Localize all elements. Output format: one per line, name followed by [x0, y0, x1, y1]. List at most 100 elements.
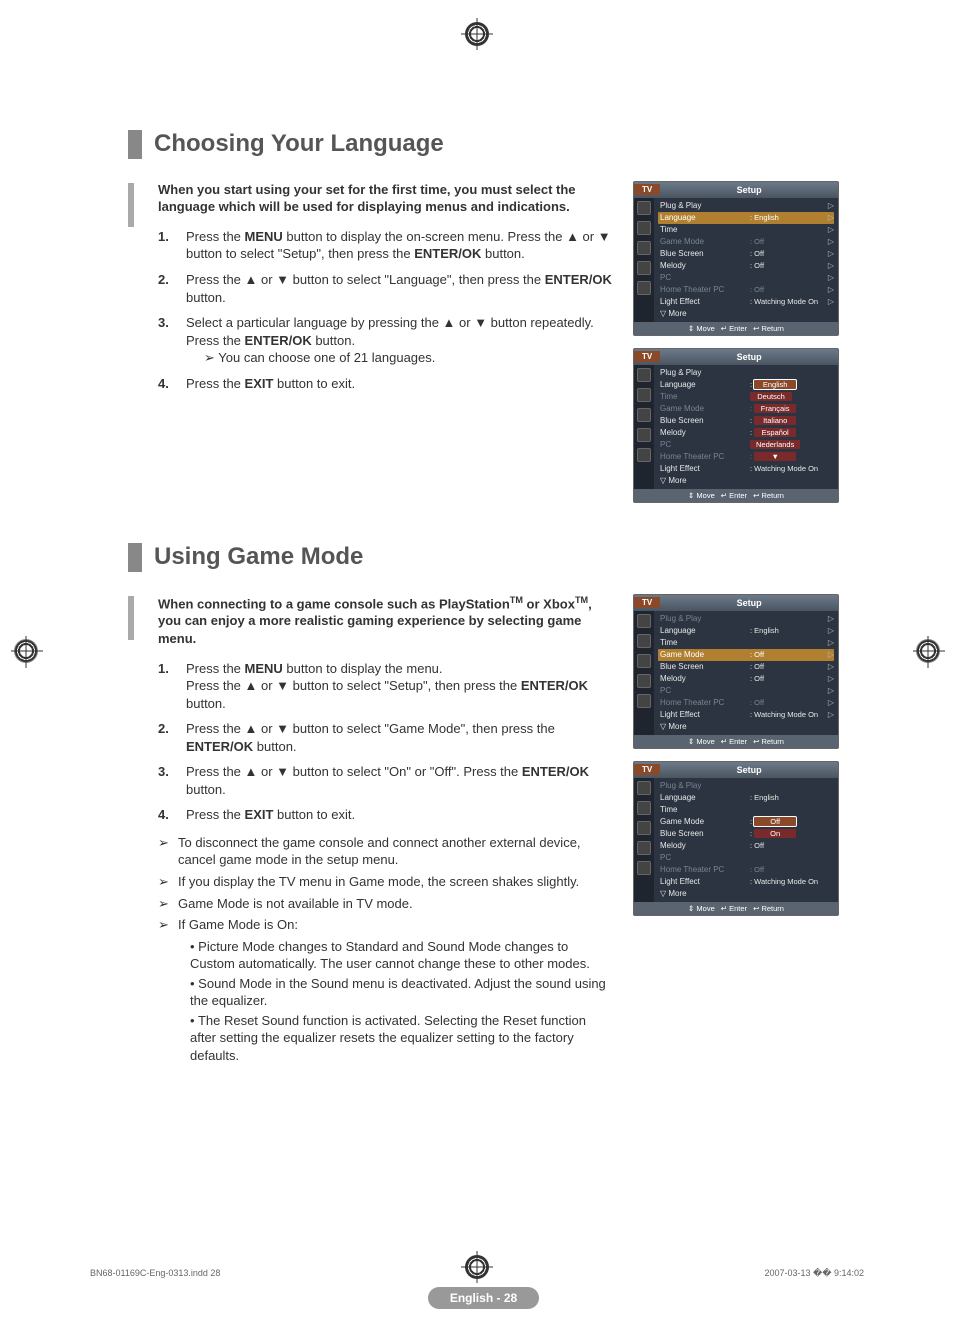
document-footer: BN68-01169C-Eng-0313.indd 28 2007-03-13 …	[0, 1268, 954, 1279]
osd-row: Game Mode: Français	[660, 403, 834, 415]
osd-title: Setup	[660, 765, 838, 775]
indd-filename: BN68-01169C-Eng-0313.indd 28	[90, 1268, 220, 1279]
osd-row: Light Effect: Watching Mode On	[660, 463, 834, 475]
osd-category-icon	[637, 241, 651, 255]
osd-row: Game Mode: Off▷	[658, 649, 834, 661]
osd-row: More	[660, 475, 834, 487]
indd-date: 2007-03-13 �� 9:14:02	[764, 1268, 864, 1279]
page-footer: English - 28	[128, 1287, 839, 1309]
osd-row: Light Effect: Watching Mode On▷	[660, 709, 834, 721]
osd-title: Setup	[660, 352, 838, 362]
osd-row: More	[660, 308, 834, 320]
section-title-language: Choosing Your Language	[128, 130, 839, 159]
osd-row: Language: English▷	[660, 625, 834, 637]
osd-row: Time▷	[660, 637, 834, 649]
osd-category-icon	[637, 781, 651, 795]
osd-row: TimeDeutsch	[660, 391, 834, 403]
step-item: 2.Press the ▲ or ▼ button to select "Lan…	[158, 271, 615, 306]
osd-row: Home Theater PC: ▼	[660, 451, 834, 463]
osd-panel-b: TVSetupPlug & PlayLanguage: EnglishTimeD…	[633, 348, 839, 503]
steps-language: 1.Press the MENU button to display the o…	[158, 228, 615, 392]
intro-gamemode: When connecting to a game console such a…	[158, 594, 615, 648]
osd-row: Home Theater PC: Off▷	[660, 697, 834, 709]
registration-mark-right	[916, 639, 940, 663]
osd-option-pill[interactable]: Français	[754, 404, 796, 413]
osd-category-icon	[637, 448, 651, 462]
osd-option-pill[interactable]: ▼	[754, 452, 796, 461]
osd-row: Blue Screen: Off▷	[660, 248, 834, 260]
bullet-item: Picture Mode changes to Standard and Sou…	[190, 938, 615, 973]
osd-category-icon	[637, 201, 651, 215]
osd-category-icon	[637, 428, 651, 442]
step-item: 4.Press the EXIT button to exit.	[158, 375, 615, 393]
osd-category-icon	[637, 388, 651, 402]
osd-panel-d: TVSetup Plug & PlayLanguage: EnglishTimeG…	[633, 761, 839, 916]
note-item: If you display the TV menu in Game mode,…	[158, 873, 615, 891]
bullet-item: Sound Mode in the Sound menu is deactiva…	[190, 975, 615, 1010]
osd-option-pill[interactable]: Off	[754, 817, 796, 826]
osd-row: Home Theater PC: Off	[660, 864, 834, 876]
osd-tv-badge: TV	[634, 764, 660, 775]
osd-row: Game Mode: Off	[660, 816, 834, 828]
osd-tv-badge: TV	[634, 351, 660, 362]
osd-row: Blue Screen: Off▷	[660, 661, 834, 673]
step-item: 2.Press the ▲ or ▼ button to select "Gam…	[158, 720, 615, 755]
notes-gamemode: To disconnect the game console and conne…	[158, 834, 615, 934]
osd-option-pill[interactable]: Español	[754, 428, 796, 437]
osd-row: Plug & Play▷	[660, 200, 834, 212]
osd-row: Blue Screen: Italiano	[660, 415, 834, 427]
osd-row: Melody: Off▷	[660, 260, 834, 272]
osd-category-icon	[637, 841, 651, 855]
osd-row: More	[660, 721, 834, 733]
page-number: English - 28	[428, 1287, 539, 1309]
osd-row: Plug & Play	[660, 367, 834, 379]
osd-title: Setup	[660, 598, 838, 608]
osd-row: Language: English	[660, 792, 834, 804]
osd-panel-c: TVSetup Plug & Play▷Language: English▷Tim…	[633, 594, 839, 749]
section-title-gamemode: Using Game Mode	[128, 543, 839, 572]
osd-option-pill[interactable]: Nederlands	[750, 440, 800, 449]
osd-tv-badge: TV	[634, 184, 660, 195]
step-item: 1.Press the MENU button to display the o…	[158, 228, 615, 263]
osd-tv-badge: TV	[634, 597, 660, 608]
osd-row: Melody: Off	[660, 840, 834, 852]
osd-option-pill[interactable]: On	[754, 829, 796, 838]
osd-category-icon	[637, 368, 651, 382]
osd-category-icon	[637, 821, 651, 835]
osd-footer: MoveEnterReturn	[634, 489, 838, 502]
osd-option-pill[interactable]: Italiano	[754, 416, 796, 425]
step-item: 1.Press the MENU button to display the m…	[158, 660, 615, 713]
osd-category-icon	[637, 801, 651, 815]
osd-category-icon	[637, 221, 651, 235]
osd-row: Plug & Play	[660, 780, 834, 792]
osd-panel-a: TVSetupPlug & Play▷Language: English▷Tim…	[633, 181, 839, 336]
osd-row: PC▷	[660, 272, 834, 284]
registration-mark-left	[14, 639, 38, 663]
step-item: 3.Select a particular language by pressi…	[158, 314, 615, 367]
osd-category-icon	[637, 654, 651, 668]
steps-gamemode: 1.Press the MENU button to display the m…	[158, 660, 615, 824]
intro-language: When you start using your set for the fi…	[158, 181, 615, 216]
osd-row: Melody: Español	[660, 427, 834, 439]
osd-category-icon	[637, 408, 651, 422]
bullets-gamemode: Picture Mode changes to Standard and Sou…	[158, 938, 615, 1065]
note-item: If Game Mode is On:	[158, 916, 615, 934]
osd-category-icon	[637, 674, 651, 688]
osd-row: Melody: Off▷	[660, 673, 834, 685]
osd-row: PC	[660, 852, 834, 864]
osd-category-icon	[637, 281, 651, 295]
osd-footer: MoveEnterReturn	[634, 735, 838, 748]
osd-category-icon	[637, 634, 651, 648]
osd-row: Time	[660, 804, 834, 816]
osd-row: Light Effect: Watching Mode On	[660, 876, 834, 888]
osd-row: PCNederlands	[660, 439, 834, 451]
step-item: 4.Press the EXIT button to exit.	[158, 806, 615, 824]
osd-category-icon	[637, 614, 651, 628]
osd-row: Plug & Play▷	[660, 613, 834, 625]
note-item: Game Mode is not available in TV mode.	[158, 895, 615, 913]
osd-title: Setup	[660, 185, 838, 195]
osd-option-pill[interactable]: English	[754, 380, 796, 389]
registration-mark-top	[465, 22, 489, 46]
osd-row: Game Mode: Off▷	[660, 236, 834, 248]
osd-option-pill[interactable]: Deutsch	[750, 392, 792, 401]
